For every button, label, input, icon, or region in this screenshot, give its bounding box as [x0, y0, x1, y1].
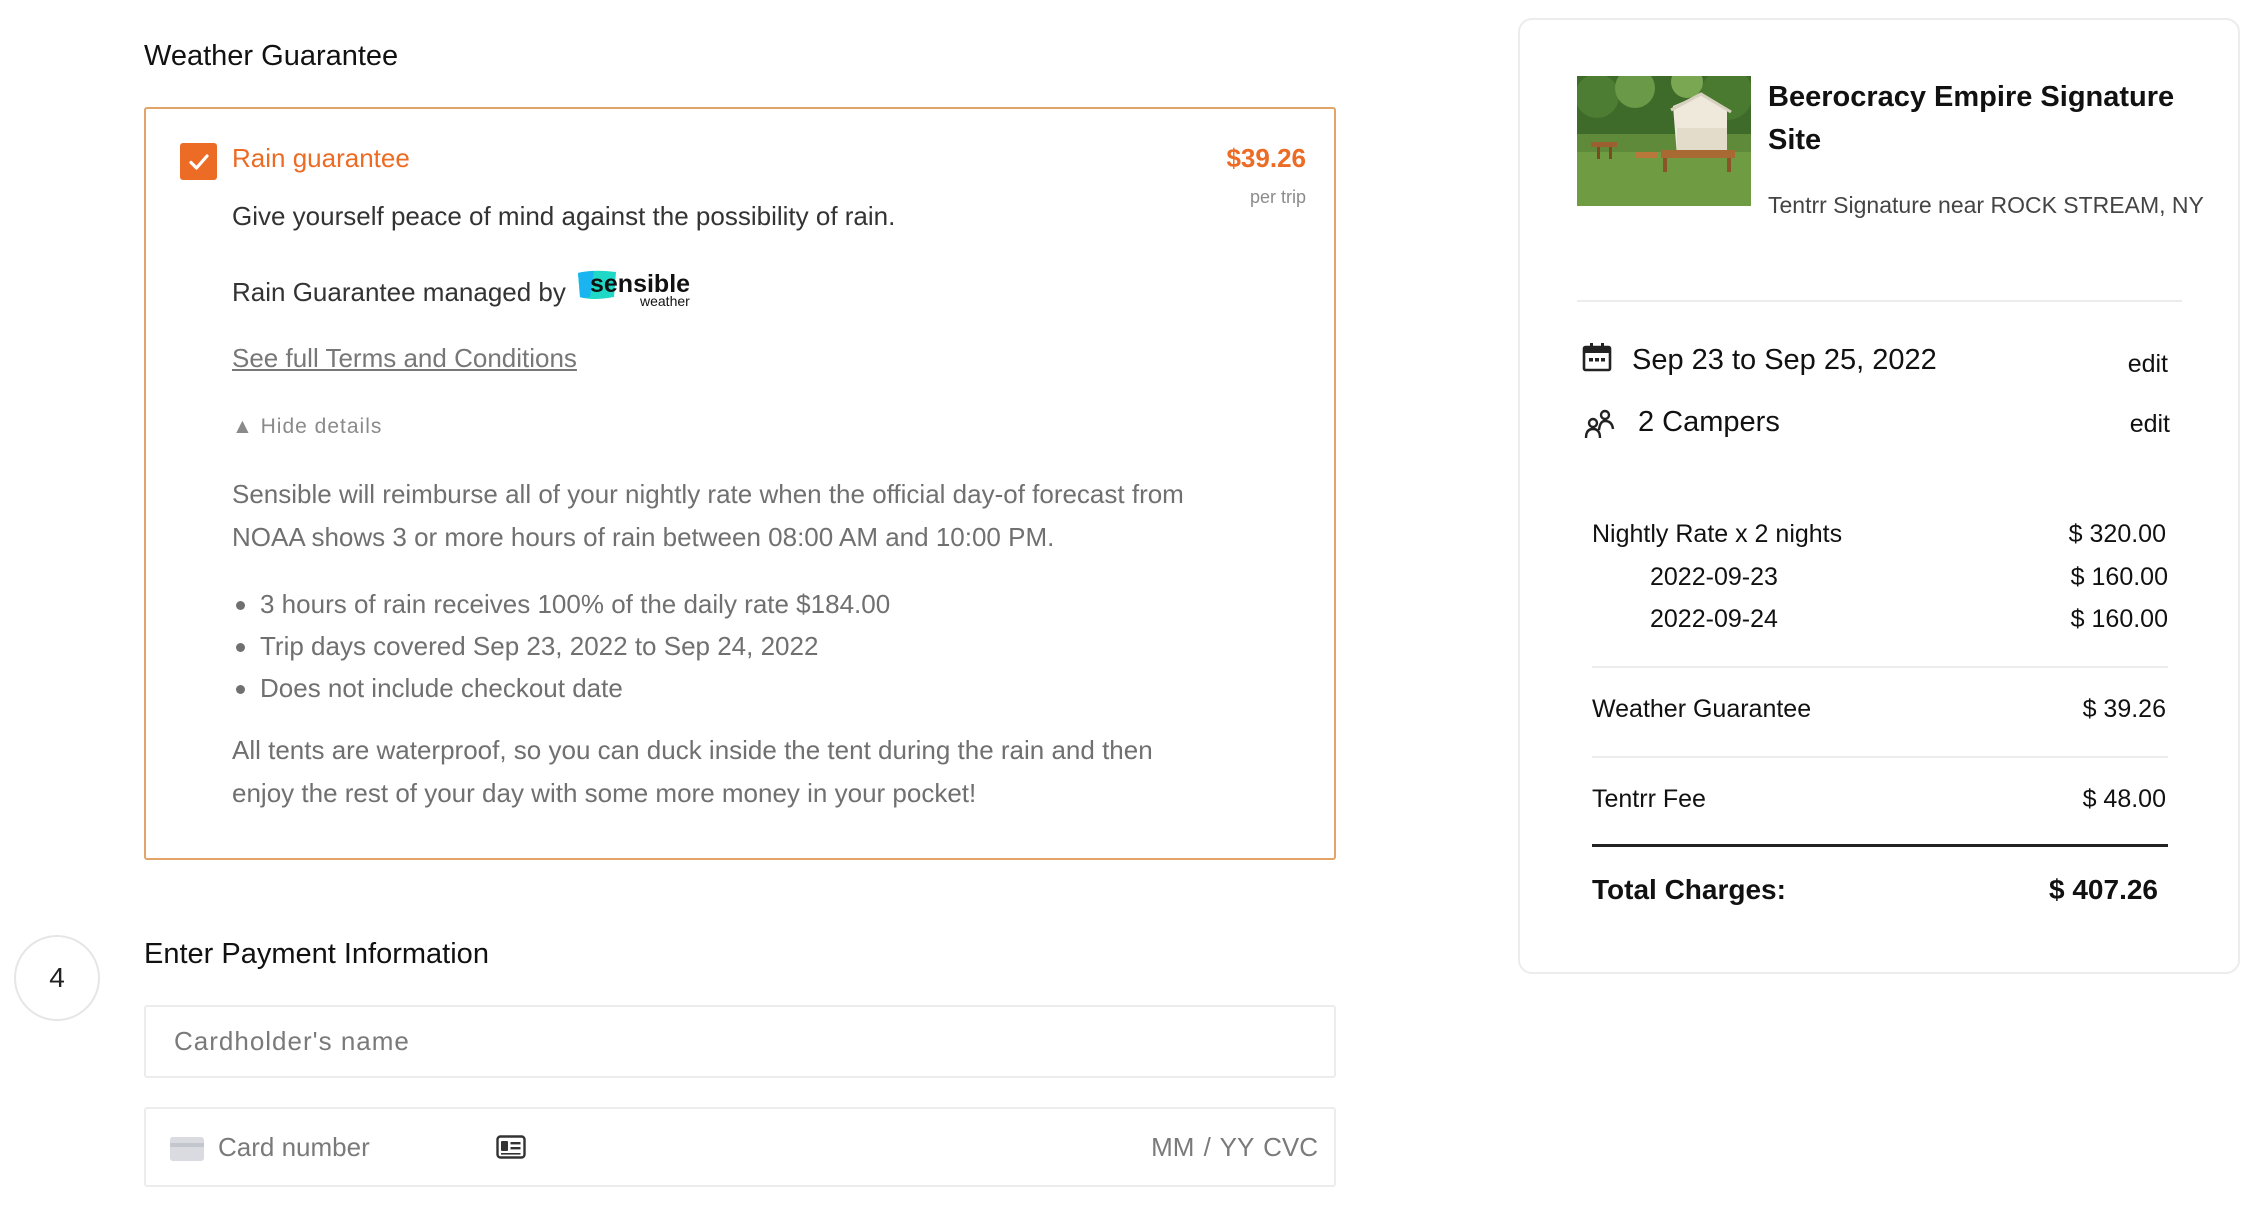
expiry-cvc-input[interactable]: MM / YY CVC	[1151, 1109, 1318, 1185]
edit-dates-link[interactable]: edit	[2128, 350, 2168, 379]
managed-by-label: Rain Guarantee managed by	[232, 276, 566, 307]
people-icon	[1584, 409, 1615, 439]
weather-guarantee-row: Weather Guarantee $ 39.26	[1592, 695, 2166, 724]
hide-details-label: Hide details	[260, 415, 383, 438]
nightly-rate-amount: $ 320.00	[2068, 520, 2166, 548]
sensible-logo-subtext: weather	[639, 293, 690, 309]
cardholder-name-input[interactable]	[174, 1007, 1274, 1076]
card-number-input[interactable]: Card number	[218, 1109, 370, 1185]
night-row: 2022-09-24 $ 160.00	[1650, 605, 2168, 634]
rain-guarantee-description: Give yourself peace of mind against the …	[232, 201, 896, 231]
sensible-weather-logo: sensible weather	[576, 267, 708, 309]
rain-guarantee-managed-by: Rain Guarantee managed by sensible weath…	[232, 270, 708, 313]
divider	[1577, 300, 2182, 302]
site-name: Beerocracy Empire Signature Site	[1768, 81, 2175, 156]
divider	[1592, 756, 2168, 758]
campers-count: 2 Campers	[1638, 406, 1780, 438]
night-amount: $ 160.00	[2070, 563, 2168, 591]
list-item: Trip days covered Sep 23, 2022 to Sep 24…	[232, 625, 1192, 667]
edit-campers-link[interactable]: edit	[2130, 410, 2170, 439]
rain-guarantee-price: $39.26	[1226, 143, 1306, 173]
rain-guarantee-checkbox[interactable]	[180, 143, 217, 180]
night-date: 2022-09-24	[1650, 605, 1778, 633]
hide-details-toggle[interactable]: ▲ Hide details	[232, 415, 382, 439]
weather-guarantee-heading: Weather Guarantee	[144, 40, 399, 72]
list-item: Does not include checkout date	[232, 667, 1192, 709]
trip-dates: Sep 23 to Sep 25, 2022	[1632, 344, 1937, 376]
rain-guarantee-details: Sensible will reimburse all of your nigh…	[232, 479, 1184, 552]
night-row: 2022-09-23 $ 160.00	[1650, 563, 2168, 592]
list-item: 3 hours of rain receives 100% of the dai…	[232, 583, 1192, 625]
site-subtitle: Tentrr Signature near ROCK STREAM, NY	[1768, 192, 2204, 218]
night-amount: $ 160.00	[2070, 605, 2168, 633]
tentrr-fee-amount: $ 48.00	[2082, 785, 2166, 813]
payment-heading: Enter Payment Information	[144, 938, 489, 970]
total-divider	[1592, 844, 2168, 847]
rain-guarantee-title[interactable]: Rain guarantee	[232, 143, 410, 174]
card-details-field[interactable]: Card number MM / YY CVC	[144, 1107, 1336, 1187]
night-date: 2022-09-23	[1650, 563, 1778, 591]
tentrr-fee-label: Tentrr Fee	[1592, 785, 1706, 813]
weather-guarantee-label: Weather Guarantee	[1592, 695, 1812, 723]
checkmark-icon	[188, 153, 209, 170]
calendar-icon	[1582, 343, 1612, 372]
order-summary-card: Beerocracy Empire Signature Site Tentrr …	[1518, 18, 2240, 974]
card-autofill-icon[interactable]	[496, 1135, 526, 1159]
terms-link[interactable]: See full Terms and Conditions	[232, 343, 577, 374]
rain-guarantee-price-unit: per trip	[1249, 187, 1306, 207]
rain-guarantee-bullets: 3 hours of rain receives 100% of the dai…	[232, 583, 1192, 709]
total-label: Total Charges:	[1592, 874, 1786, 905]
rain-guarantee-footer: All tents are waterproof, so you can duc…	[232, 735, 1153, 808]
site-photo	[1577, 76, 1751, 206]
nightly-rate-label: Nightly Rate x 2 nights	[1592, 520, 1843, 548]
credit-card-icon	[170, 1137, 204, 1161]
step-number-badge: 4	[14, 935, 100, 1021]
tentrr-fee-row: Tentrr Fee $ 48.00	[1592, 785, 2166, 814]
nightly-rate-row: Nightly Rate x 2 nights $ 320.00	[1592, 520, 2166, 549]
triangle-up-icon: ▲	[232, 415, 254, 438]
cardholder-field[interactable]	[144, 1005, 1336, 1078]
rain-guarantee-card: Rain guarantee $39.26 per trip Give your…	[144, 107, 1336, 860]
weather-guarantee-amount: $ 39.26	[2082, 695, 2166, 723]
total-row: Total Charges: $ 407.26	[1592, 874, 2158, 906]
divider	[1592, 666, 2168, 668]
total-amount: $ 407.26	[2049, 874, 2158, 905]
